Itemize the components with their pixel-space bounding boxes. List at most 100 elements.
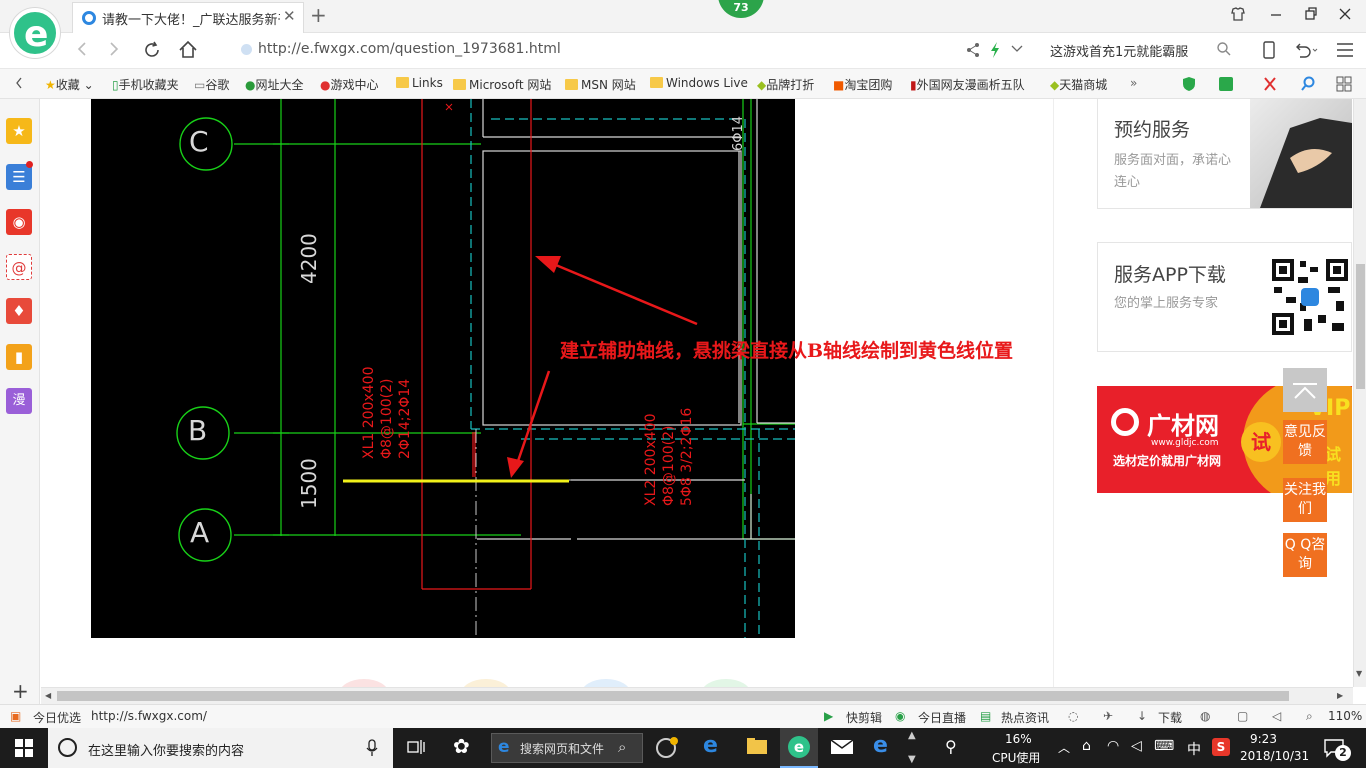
clock-date[interactable]: 2018/10/31 bbox=[1240, 749, 1309, 763]
scroll-right-icon[interactable]: ▶ bbox=[1337, 691, 1343, 700]
new-tab-button[interactable]: + bbox=[310, 3, 327, 27]
live-link[interactable]: 今日直播 bbox=[918, 709, 966, 726]
taskbar-search-box[interactable]: 在这里输入你要搜索的内容 bbox=[48, 728, 393, 768]
bookmarks-collapse-icon[interactable] bbox=[14, 76, 24, 93]
email-icon[interactable]: @ bbox=[6, 254, 32, 280]
extensions-icon[interactable] bbox=[1336, 76, 1352, 95]
bookmark-favorites[interactable]: ★收藏 ⌄ bbox=[45, 76, 94, 93]
window-icon[interactable]: ▢ bbox=[1237, 709, 1248, 723]
clock-time[interactable]: 9:23 bbox=[1250, 732, 1277, 746]
weibo-icon[interactable]: ◉ bbox=[6, 209, 32, 235]
zoom-level[interactable]: 110% bbox=[1328, 709, 1362, 723]
app-download-card[interactable]: 服务APP下载 您的掌上服务专家 bbox=[1097, 242, 1352, 352]
task-view-icon[interactable] bbox=[407, 736, 425, 762]
vertical-scroll-thumb[interactable] bbox=[1356, 264, 1365, 389]
qq-consult-button[interactable]: Q Q咨询 bbox=[1283, 533, 1327, 577]
quickcut-icon[interactable]: ▶ bbox=[824, 709, 833, 723]
close-window-icon[interactable] bbox=[1338, 6, 1352, 26]
network-icon[interactable]: ⌂ bbox=[1082, 738, 1091, 754]
bookmark-brand-discount[interactable]: ◆品牌打折 bbox=[757, 76, 814, 93]
mail-icon[interactable] bbox=[830, 736, 854, 760]
bookmark-microsoft[interactable]: Microsoft 网站 bbox=[453, 76, 551, 93]
tab-close-icon[interactable]: ✕ bbox=[283, 7, 296, 25]
bookmark-links[interactable]: Links bbox=[396, 76, 443, 90]
internet-explorer-icon[interactable]: e bbox=[703, 733, 718, 758]
zoom-icon[interactable]: ⌕ bbox=[1306, 709, 1313, 724]
bookmark-msn[interactable]: MSN 网站 bbox=[565, 76, 636, 93]
taskbar-browser-search[interactable]: e 搜索网页和文件 ⌕ bbox=[491, 733, 643, 763]
scroll-down-icon[interactable]: ▼ bbox=[1356, 669, 1362, 678]
active-browser-task[interactable]: e bbox=[780, 728, 818, 768]
pin-icon[interactable]: ✈ bbox=[1103, 709, 1113, 723]
minimize-icon[interactable] bbox=[1269, 6, 1283, 26]
search-promo-text[interactable]: 这游戏首充1元就能霸服 bbox=[1050, 41, 1188, 60]
vertical-scrollbar[interactable]: ▼ bbox=[1353, 99, 1366, 687]
bookmark-tmall[interactable]: ◆天猫商城 bbox=[1050, 76, 1107, 93]
browser-logo[interactable]: e bbox=[10, 8, 60, 58]
undo-close-icon[interactable] bbox=[1293, 41, 1319, 63]
news-link[interactable]: 热点资讯 bbox=[1001, 709, 1049, 726]
sound-icon[interactable]: ◁ bbox=[1272, 709, 1281, 723]
bookmarks-more-icon[interactable]: » bbox=[1130, 76, 1137, 90]
show-hidden-icons[interactable]: ︿ bbox=[1058, 739, 1070, 756]
add-sidebar-icon[interactable]: + bbox=[12, 679, 29, 703]
clean-icon[interactable]: ◍ bbox=[1200, 709, 1210, 723]
refresh-icon[interactable] bbox=[141, 39, 163, 66]
home-icon[interactable] bbox=[177, 39, 199, 66]
today-picks[interactable]: 今日优选 bbox=[33, 709, 81, 726]
url-field[interactable]: http://e.fwxgx.com/question_1973681.html bbox=[258, 41, 561, 57]
bookmark-mobile[interactable]: ▯手机收藏夹 bbox=[112, 76, 179, 93]
bookmark-game-center[interactable]: ●游戏中心 bbox=[320, 76, 379, 93]
mobile-icon[interactable] bbox=[1262, 41, 1276, 63]
comic-icon[interactable]: 漫 bbox=[6, 388, 32, 414]
back-icon[interactable] bbox=[74, 39, 90, 64]
booking-service-card[interactable]: 预约服务 服务面对面，承诺心连心 bbox=[1097, 99, 1352, 209]
browser-tab[interactable]: 请教一下大佬！_广联达服务新干线 ✕ bbox=[72, 2, 304, 33]
favorites-star-icon[interactable]: ★ bbox=[6, 118, 32, 144]
speed-mode-icon[interactable] bbox=[989, 41, 1001, 63]
menu-icon[interactable] bbox=[1336, 42, 1354, 62]
scroll-left-icon[interactable]: ◀ bbox=[45, 691, 51, 700]
volume-icon[interactable]: ◁ bbox=[1131, 738, 1142, 754]
keyboard-icon[interactable]: ⌨ bbox=[1154, 738, 1174, 754]
wifi-icon[interactable]: ◠ bbox=[1107, 738, 1119, 754]
back-to-top-button[interactable] bbox=[1283, 368, 1327, 412]
windows-start-icon[interactable] bbox=[15, 739, 33, 761]
bookmark-taobao[interactable]: ■淘宝团购 bbox=[833, 76, 892, 93]
chevron-down-icon[interactable] bbox=[1010, 42, 1024, 60]
ime-indicator[interactable]: 中 bbox=[1187, 739, 1201, 759]
file-explorer-icon[interactable] bbox=[746, 736, 768, 760]
safety-icon[interactable] bbox=[1181, 76, 1197, 95]
feedback-button[interactable]: 意见反馈 bbox=[1283, 420, 1327, 464]
browser-360-icon[interactable] bbox=[655, 736, 679, 764]
news-icon[interactable]: ▤ bbox=[980, 709, 991, 723]
horizontal-scroll-thumb[interactable] bbox=[57, 691, 1289, 701]
notification-badge[interactable]: 73 bbox=[718, 0, 764, 18]
share-icon[interactable] bbox=[966, 42, 980, 62]
follow-us-button[interactable]: 关注我们 bbox=[1283, 478, 1327, 522]
skin-icon[interactable] bbox=[1230, 6, 1246, 26]
bookmark-web-directory[interactable]: ●网址大全 bbox=[245, 76, 304, 93]
download-link[interactable]: 下载 bbox=[1158, 709, 1182, 726]
pinwheel-app-icon[interactable]: ✿ bbox=[453, 734, 470, 758]
restore-icon[interactable] bbox=[1304, 6, 1318, 26]
novel-book-icon[interactable]: ▮ bbox=[6, 344, 32, 370]
live-icon[interactable]: ◉ bbox=[895, 709, 905, 723]
sogou-ime-icon[interactable]: S bbox=[1212, 738, 1230, 756]
translate-icon[interactable] bbox=[1218, 76, 1236, 95]
bookmark-comic[interactable]: ▮外国网友漫画析五队 bbox=[910, 76, 1025, 93]
gift-icon[interactable]: ▣ bbox=[10, 709, 21, 723]
bookmark-windows-live[interactable]: Windows Live bbox=[650, 76, 748, 90]
speedup-icon[interactable]: ◌ bbox=[1068, 709, 1078, 723]
bookmark-google[interactable]: ▭谷歌 bbox=[194, 76, 229, 93]
search-icon[interactable] bbox=[1216, 41, 1232, 61]
screenshot-icon[interactable] bbox=[1262, 76, 1278, 95]
microphone-icon[interactable] bbox=[366, 739, 378, 761]
taskbar-scroll-icon[interactable]: ▲ ▼ bbox=[908, 730, 916, 766]
horizontal-scrollbar[interactable]: ◀ ▶ bbox=[41, 687, 1353, 704]
people-icon[interactable]: ⚲ bbox=[945, 737, 957, 756]
quickcut-link[interactable]: 快剪辑 bbox=[846, 709, 882, 726]
edge-icon[interactable]: e bbox=[873, 733, 888, 758]
find-icon[interactable] bbox=[1300, 76, 1316, 95]
download-icon[interactable]: ↓ bbox=[1137, 709, 1147, 723]
